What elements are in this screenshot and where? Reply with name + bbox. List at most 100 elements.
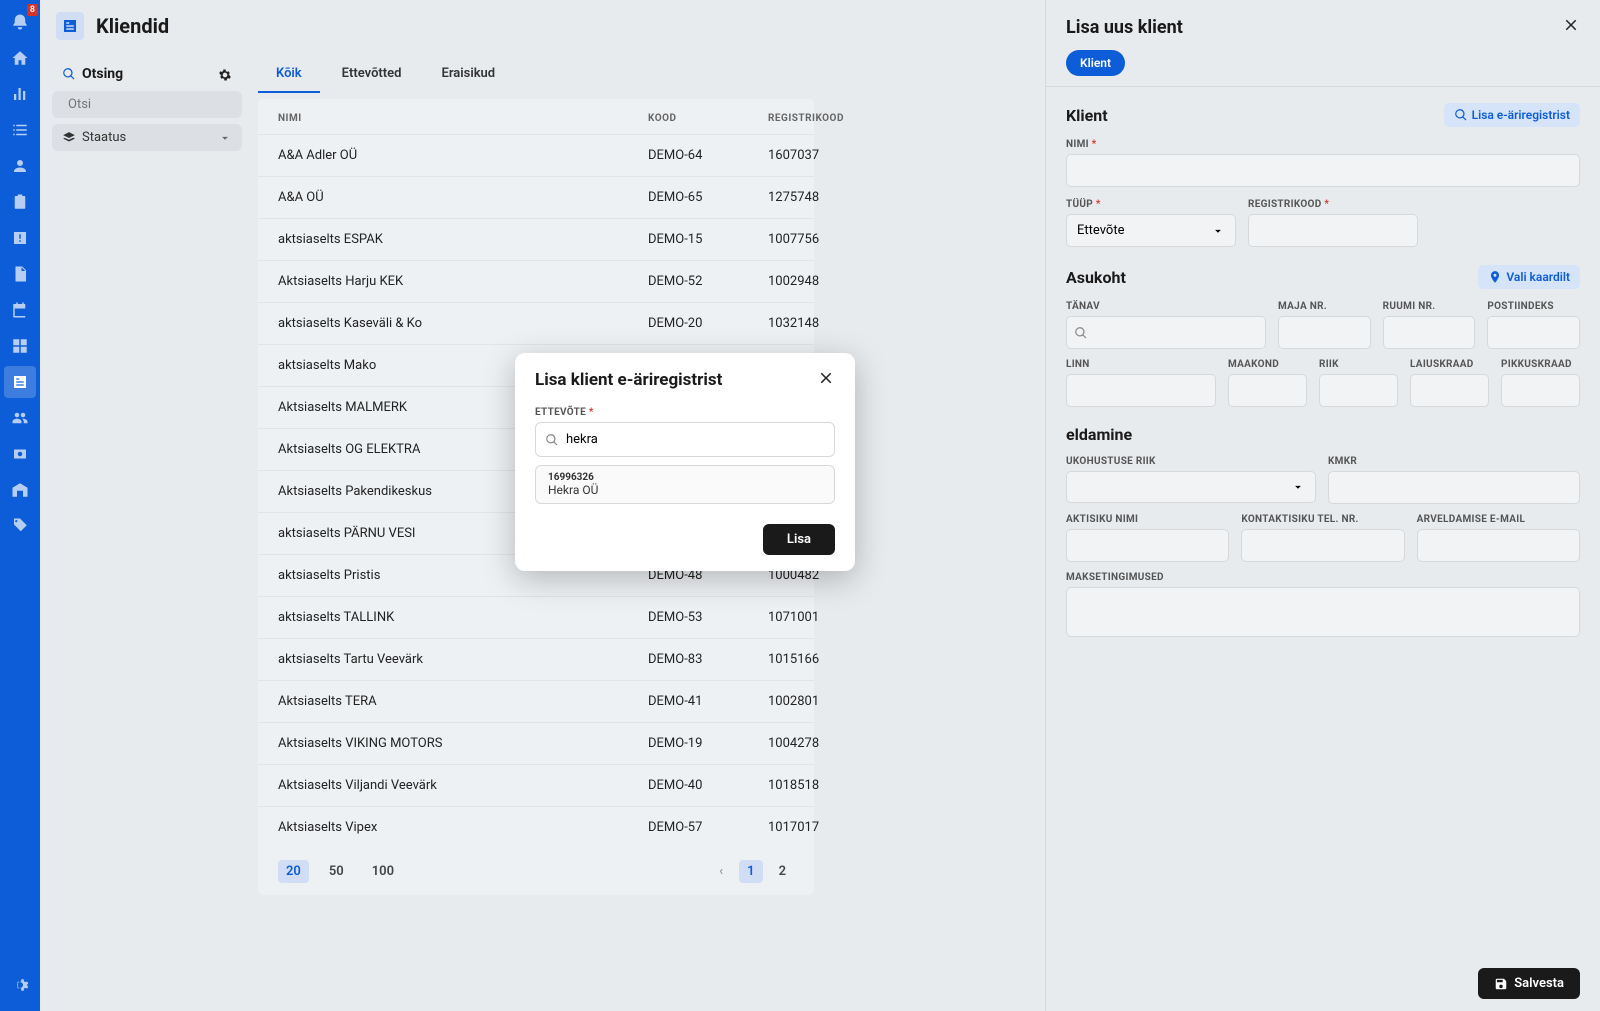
page-size-100[interactable]: 100 [364, 860, 402, 883]
drawer-tab-klient[interactable]: Klient [1066, 50, 1125, 76]
arveldamise-email-input[interactable] [1417, 529, 1580, 562]
tanav-input[interactable] [1066, 316, 1266, 349]
nav-document[interactable] [4, 258, 36, 290]
drawer-close-icon[interactable] [1562, 16, 1580, 38]
chevron-down-icon [218, 131, 232, 145]
table-row[interactable]: aktsiaselts Tartu VeevärkDEMO-831015166 [258, 638, 814, 680]
maksetingimused-input[interactable] [1066, 587, 1580, 637]
table-row[interactable]: Aktsiaselts TERADEMO-411002801 [258, 680, 814, 722]
clients-icon [56, 12, 84, 40]
cell-reg: 1004278 [768, 736, 819, 751]
page-2[interactable]: 2 [771, 860, 794, 883]
cell-code: DEMO-53 [648, 610, 768, 625]
cell-code: DEMO-20 [648, 316, 768, 331]
vali-kaardilt-button[interactable]: Vali kaardilt [1478, 265, 1580, 289]
nav-clients[interactable] [4, 366, 36, 398]
table-header: NIMI KOOD REGISTRIKOOD [258, 99, 814, 134]
tuup-select[interactable]: Ettevõte [1066, 214, 1236, 247]
status-label: Staatus [82, 130, 126, 145]
table-row[interactable]: Aktsiaselts Viljandi VeevärkDEMO-4010185… [258, 764, 814, 806]
nav-analytics[interactable] [4, 78, 36, 110]
table-row[interactable]: aktsiaselts ESPAKDEMO-151007756 [258, 218, 814, 260]
registrikood-label: REGISTRIKOOD [1248, 199, 1322, 210]
cell-code: DEMO-83 [648, 652, 768, 667]
table-row[interactable]: aktsiaselts TALLINKDEMO-531071001 [258, 596, 814, 638]
cell-reg: 1607037 [768, 148, 819, 163]
nav-notifications[interactable]: 8 [4, 6, 36, 38]
cell-name: aktsiaselts Tartu Veevärk [278, 652, 648, 667]
kontakt-tel-input[interactable] [1241, 529, 1404, 562]
page-prev[interactable]: ‹ [711, 860, 731, 883]
ruumi-input[interactable] [1383, 316, 1476, 349]
nav-grid[interactable] [4, 330, 36, 362]
cell-code: DEMO-41 [648, 694, 768, 709]
ettevote-search-input[interactable] [535, 422, 835, 457]
cell-code: DEMO-65 [648, 190, 768, 205]
nav-tag[interactable] [4, 510, 36, 542]
modal-close-icon[interactable] [817, 369, 835, 391]
table-row[interactable]: A&A Adler OÜDEMO-641607037 [258, 134, 814, 176]
nav-calendar[interactable] [4, 294, 36, 326]
nav-people[interactable] [4, 150, 36, 182]
modal-submit-button[interactable]: Lisa [763, 524, 835, 555]
cell-reg: 1017017 [768, 820, 819, 835]
table-row[interactable]: A&A OÜDEMO-651275748 [258, 176, 814, 218]
nav-warehouse[interactable] [4, 474, 36, 506]
cell-reg: 1071001 [768, 610, 819, 625]
nav-clipboard[interactable] [4, 186, 36, 218]
nav-alert[interactable] [4, 222, 36, 254]
cell-reg: 1007756 [768, 232, 819, 247]
page-size-20[interactable]: 20 [278, 860, 309, 883]
page-title: Kliendid [96, 14, 169, 38]
tab-all[interactable]: Kõik [258, 56, 320, 93]
save-button[interactable]: Salvesta [1478, 968, 1580, 999]
pikkuskraad-input[interactable] [1501, 374, 1580, 407]
table-row[interactable]: Aktsiaselts VipexDEMO-571017017 [258, 806, 814, 848]
tab-individuals[interactable]: Eraisikud [423, 56, 513, 93]
linn-input[interactable] [1066, 374, 1216, 407]
kmkr-input[interactable] [1328, 471, 1580, 504]
nav-settings[interactable] [4, 969, 36, 1001]
section-asukoht-title: Asukoht [1066, 268, 1126, 287]
page-size-50[interactable]: 50 [321, 860, 352, 883]
search-input[interactable] [68, 97, 234, 112]
nav-tasks[interactable] [4, 114, 36, 146]
cell-reg: 1002948 [768, 274, 819, 289]
cell-name: aktsiaselts ESPAK [278, 232, 648, 247]
tab-companies[interactable]: Ettevõtted [324, 56, 420, 93]
nav-home[interactable] [4, 42, 36, 74]
status-filter[interactable]: Staatus [52, 124, 242, 151]
table-row[interactable]: aktsiaselts Kaseväli & KoDEMO-201032148 [258, 302, 814, 344]
e-ariregister-button[interactable]: Lisa e-äriregistrist [1444, 103, 1580, 127]
maakond-input[interactable] [1228, 374, 1307, 407]
chevron-down-icon [1291, 480, 1305, 494]
nav-rail: 8 [0, 0, 40, 1011]
table-row[interactable]: Aktsiaselts Harju KEKDEMO-521002948 [258, 260, 814, 302]
search-settings-icon[interactable] [218, 64, 232, 83]
laiuskraad-input[interactable] [1410, 374, 1489, 407]
section-arveldamine-title: eldamine [1066, 425, 1132, 444]
riik-input[interactable] [1319, 374, 1398, 407]
registrikood-input[interactable] [1248, 214, 1418, 247]
nimi-input[interactable] [1066, 154, 1580, 187]
e-ariregister-modal: Lisa klient e-äriregistrist ETTEVÕTE * 1… [515, 353, 855, 571]
kontakt-tel-label: KONTAKTISIKU TEL. NR. [1241, 514, 1404, 525]
nav-money[interactable] [4, 438, 36, 470]
page-1[interactable]: 1 [739, 860, 762, 883]
maja-input[interactable] [1278, 316, 1371, 349]
search-result-item[interactable]: 16996326 Hekra OÜ [535, 465, 835, 504]
search-input-wrap[interactable] [52, 91, 242, 118]
cell-reg: 1275748 [768, 190, 819, 205]
table-row[interactable]: Aktsiaselts VIKING MOTORSDEMO-191004278 [258, 722, 814, 764]
riik-label: RIIK [1319, 359, 1398, 370]
maksu-riik-select[interactable] [1066, 471, 1316, 503]
postiindeks-input[interactable] [1487, 316, 1580, 349]
maksetingimused-label: MAKSETINGIMUSED [1066, 572, 1580, 583]
kmkr-label: KMKR [1328, 456, 1580, 467]
maja-label: MAJA NR. [1278, 301, 1371, 312]
result-name: Hekra OÜ [548, 483, 822, 497]
header-code: KOOD [648, 113, 768, 124]
postiindeks-label: POSTIINDEKS [1487, 301, 1580, 312]
nav-team[interactable] [4, 402, 36, 434]
kontaktnimi-input[interactable] [1066, 529, 1229, 562]
